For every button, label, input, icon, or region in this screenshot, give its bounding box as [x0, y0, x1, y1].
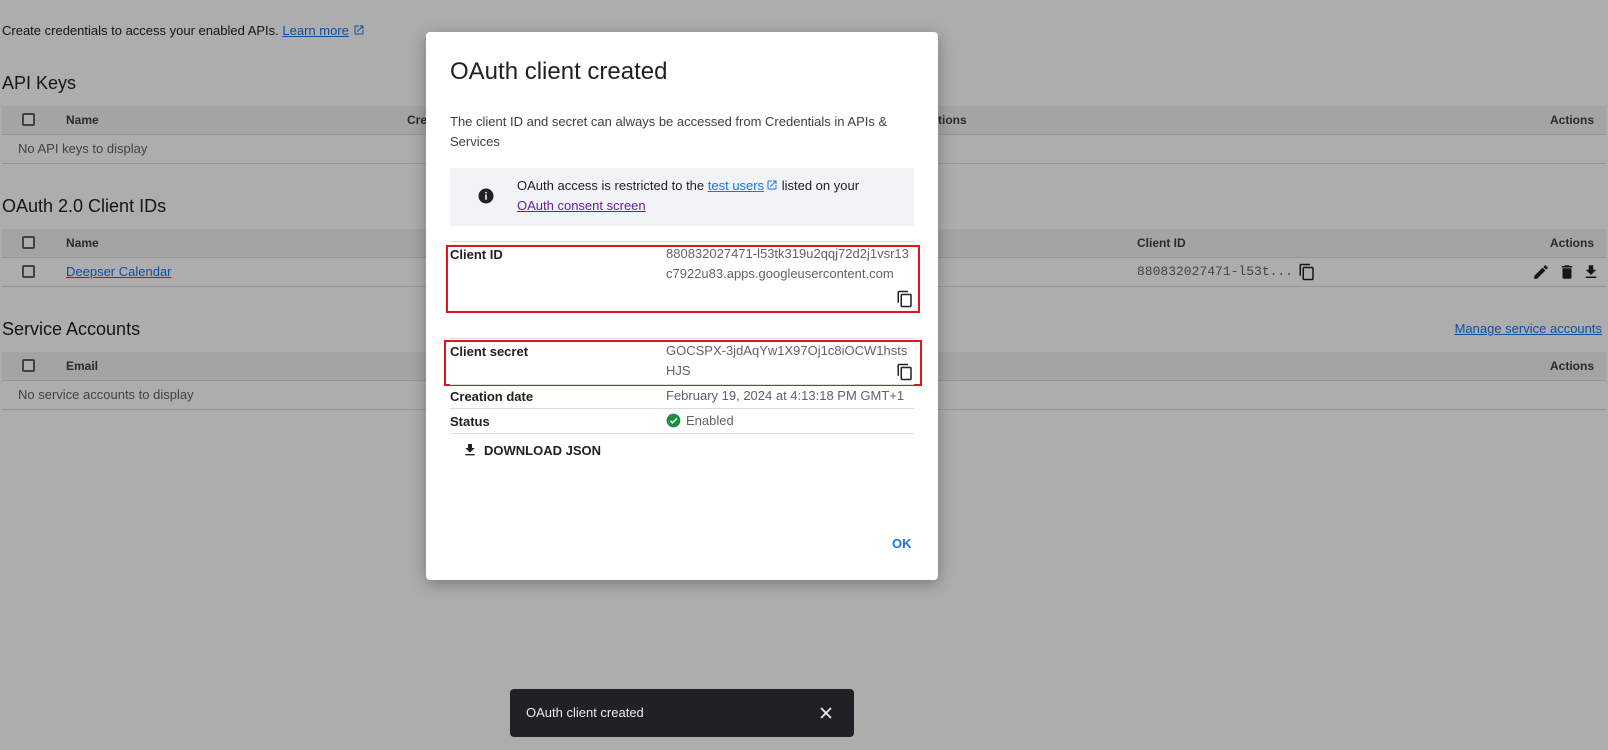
creation-date-row: Creation date February 19, 2024 at 4:13:… — [450, 384, 914, 407]
download-icon — [465, 444, 475, 456]
creation-date-label: Creation date — [450, 389, 534, 404]
ok-button[interactable]: OK — [892, 536, 912, 551]
dialog-description: The client ID and secret can always be a… — [450, 114, 888, 149]
info-icon — [478, 188, 494, 204]
info-banner: OAuth access is restricted to the test u… — [450, 168, 914, 226]
status-row: Status Enabled — [450, 408, 914, 434]
creation-date-value: February 19, 2024 at 4:13:18 PM GMT+1 — [666, 388, 905, 403]
test-users-link[interactable]: test users — [708, 178, 764, 193]
snackbar: OAuth client created — [510, 689, 854, 737]
client-id-highlight — [446, 245, 920, 313]
close-icon[interactable] — [816, 703, 836, 723]
download-json-button[interactable]: DOWNLOAD JSON — [462, 442, 601, 458]
external-link-icon — [767, 180, 777, 190]
status-value: Enabled — [686, 413, 734, 428]
snackbar-text: OAuth client created — [526, 705, 644, 720]
client-secret-highlight — [444, 340, 922, 386]
status-label: Status — [450, 414, 490, 429]
oauth-created-dialog: OAuth client created The client ID and s… — [426, 32, 938, 580]
consent-screen-link[interactable]: OAuth consent screen — [517, 198, 646, 213]
check-circle-icon — [666, 413, 681, 428]
dialog-title: OAuth client created — [450, 58, 668, 85]
info-text: OAuth access is restricted to the test u… — [517, 178, 860, 213]
